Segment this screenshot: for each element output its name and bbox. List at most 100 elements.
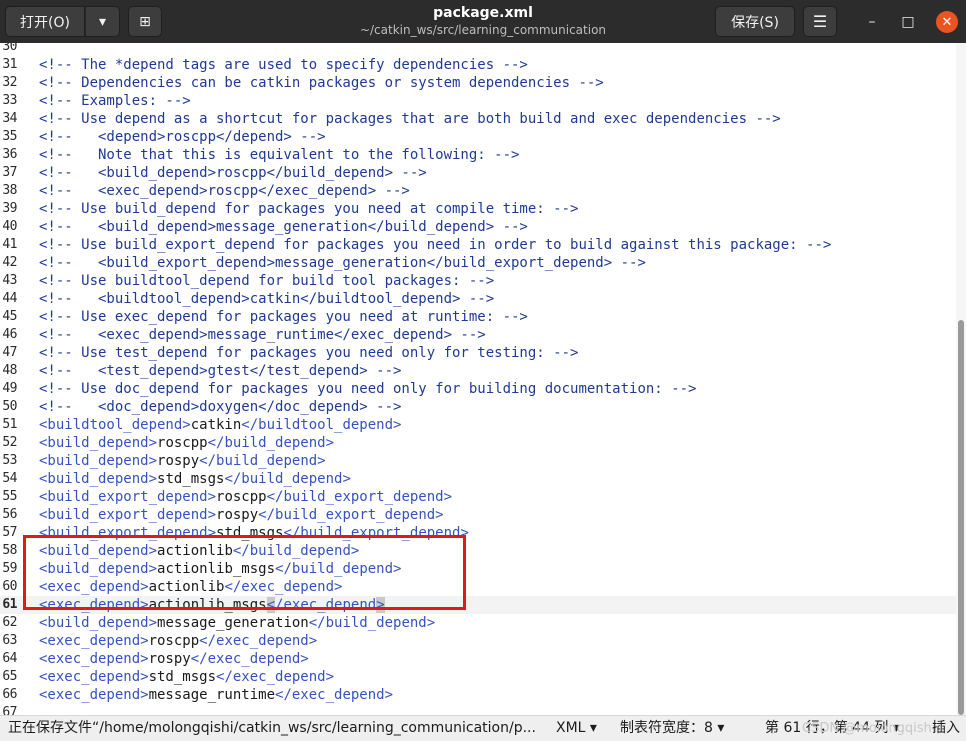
code-line[interactable]: 59 <build_depend>actionlib_msgs</build_de… — [0, 560, 956, 578]
code-line[interactable]: 56 <build_export_depend>rospy</build_expo… — [0, 506, 956, 524]
code-line[interactable]: 67 — [0, 704, 956, 715]
code-line[interactable]: 65 <exec_depend>std_msgs</exec_depend> — [0, 668, 956, 686]
line-number: 48 — [2, 363, 17, 378]
comment-token: <!-- Use build_depend for packages you n… — [39, 201, 579, 217]
text-token: std_msgs — [216, 525, 284, 541]
tag-token: <build_depend> — [39, 471, 158, 487]
tag-token: <build_export_depend> — [39, 489, 217, 505]
code-line[interactable]: 30 — [0, 43, 956, 56]
code-line[interactable]: 64 <exec_depend>rospy</exec_depend> — [0, 650, 956, 668]
tag-token: <build_export_depend> — [39, 507, 217, 523]
vertical-scrollbar[interactable] — [956, 43, 966, 715]
code-line[interactable]: 40 <!-- <build_depend>message_generation<… — [0, 218, 956, 236]
tab-width-selector[interactable]: 制表符宽度：8 ▾ — [620, 719, 724, 738]
tag-token: </build_depend> — [207, 435, 335, 451]
code-text: <exec_depend>message_runtime</exec_depen… — [39, 686, 393, 704]
code-line[interactable]: 48 <!-- <test_depend>gtest</test_depend> … — [0, 362, 956, 380]
code-line[interactable]: 52 <build_depend>roscpp</build_depend> — [0, 434, 956, 452]
comment-token: <!-- Use buildtool_depend for build tool… — [39, 273, 495, 289]
code-line[interactable]: 42 <!-- <build_export_depend>message_gene… — [0, 254, 956, 272]
code-line[interactable]: 43 <!-- Use buildtool_depend for build to… — [0, 272, 956, 290]
code-text: <!-- <build_export_depend>message_genera… — [39, 254, 646, 272]
open-dropdown-button[interactable]: ▾ — [85, 6, 120, 37]
open-button[interactable]: 打开(O) — [5, 6, 85, 37]
code-line[interactable]: 35 <!-- <depend>roscpp</depend> --> — [0, 128, 956, 146]
new-tab-button[interactable]: ⊞ — [128, 6, 162, 37]
tag-token: <build_export_depend> — [39, 525, 217, 541]
minimize-icon: – — [868, 14, 876, 30]
code-line[interactable]: 33 <!-- Examples: --> — [0, 92, 956, 110]
line-number: 46 — [2, 327, 17, 342]
bracket-match-token: < — [266, 597, 276, 613]
code-line[interactable]: 44 <!-- <buildtool_depend>catkin</buildto… — [0, 290, 956, 308]
language-selector[interactable]: XML ▾ — [556, 719, 597, 738]
code-line[interactable]: 60 <exec_depend>actionlib</exec_depend> — [0, 578, 956, 596]
text-token: actionlib_msgs — [148, 597, 267, 613]
code-text: <!-- Dependencies can be catkin packages… — [39, 74, 604, 92]
minimize-button[interactable]: – — [861, 11, 883, 33]
comment-token: <!-- <build_depend>roscpp</build_depend>… — [39, 165, 427, 181]
scrollbar-thumb[interactable] — [958, 320, 964, 715]
line-number: 55 — [2, 489, 17, 504]
code-line[interactable]: 45 <!-- Use exec_depend for packages you … — [0, 308, 956, 326]
line-number: 32 — [2, 75, 17, 90]
code-line[interactable]: 31 <!-- The *depend tags are used to spec… — [0, 56, 956, 74]
code-line[interactable]: 54 <build_depend>std_msgs</build_depend> — [0, 470, 956, 488]
code-line[interactable]: 49 <!-- Use doc_depend for packages you n… — [0, 380, 956, 398]
code-line[interactable]: 62 <build_depend>message_generation</buil… — [0, 614, 956, 632]
menu-button[interactable]: ☰ — [803, 6, 837, 37]
insert-mode-indicator[interactable]: 插入 — [932, 719, 960, 738]
tag-token: /exec_depend — [275, 597, 377, 613]
text-token: rospy — [148, 651, 191, 667]
maximize-button[interactable]: □ — [897, 11, 919, 33]
code-line[interactable]: 46 <!-- <exec_depend>message_runtime</exe… — [0, 326, 956, 344]
text-token: message_runtime — [148, 687, 276, 703]
code-text: <exec_depend>actionlib_msgs</exec_depend… — [39, 596, 385, 614]
bracket-match-token: > — [376, 597, 385, 613]
tag-token: <build_depend> — [39, 543, 158, 559]
code-text: <build_depend>actionlib</build_depend> — [39, 542, 359, 560]
code-line[interactable]: 37 <!-- <build_depend>roscpp</build_depen… — [0, 164, 956, 182]
line-number: 61 — [2, 597, 17, 612]
line-number: 42 — [2, 255, 17, 270]
text-editor[interactable]: 30 31 <!-- The *depend tags are used to sp… — [0, 43, 956, 715]
code-line[interactable]: 51 <buildtool_depend>catkin</buildtool_de… — [0, 416, 956, 434]
hamburger-menu-icon: ☰ — [812, 12, 828, 31]
tag-token: </exec_depend> — [190, 651, 309, 667]
code-line[interactable]: 34 <!-- Use depend as a shortcut for pack… — [0, 110, 956, 128]
code-text: <build_export_depend>rospy</build_export… — [39, 506, 444, 524]
code-line[interactable]: 66 <exec_depend>message_runtime</exec_dep… — [0, 686, 956, 704]
code-text: <exec_depend>actionlib</exec_depend> — [39, 578, 342, 596]
line-number: 66 — [2, 687, 17, 702]
comment-token: <!-- Use doc_depend for packages you nee… — [39, 381, 697, 397]
code-line[interactable]: 63 <exec_depend>roscpp</exec_depend> — [0, 632, 956, 650]
code-line[interactable]: 61 <exec_depend>actionlib_msgs</exec_depe… — [0, 596, 956, 614]
code-text: <!-- <buildtool_depend>catkin</buildtool… — [39, 290, 494, 308]
line-number: 63 — [2, 633, 17, 648]
tag-token: <build_depend> — [39, 561, 158, 577]
code-line[interactable]: 55 <build_export_depend>roscpp</build_exp… — [0, 488, 956, 506]
code-line[interactable]: 47 <!-- Use test_depend for packages you … — [0, 344, 956, 362]
code-line[interactable]: 41 <!-- Use build_export_depend for packa… — [0, 236, 956, 254]
code-line[interactable]: 53 <build_depend>rospy</build_depend> — [0, 452, 956, 470]
code-line[interactable]: 57 <build_export_depend>std_msgs</build_e… — [0, 524, 956, 542]
line-number: 54 — [2, 471, 17, 486]
comment-token: <!-- Use test_depend for packages you ne… — [39, 345, 579, 361]
code-line[interactable]: 38 <!-- <exec_depend>roscpp</exec_depend>… — [0, 182, 956, 200]
line-number: 50 — [2, 399, 17, 414]
code-line[interactable]: 36 <!-- Note that this is equivalent to t… — [0, 146, 956, 164]
header-bar: 打开(O) ▾ ⊞ package.xml ~/catkin_ws/src/le… — [0, 0, 966, 43]
code-text: <exec_depend>std_msgs</exec_depend> — [39, 668, 334, 686]
comment-token: <!-- <buildtool_depend>catkin</buildtool… — [39, 291, 495, 307]
comment-token: <!-- Use exec_depend for packages you ne… — [39, 309, 528, 325]
save-button[interactable]: 保存(S) — [715, 6, 795, 37]
code-line[interactable]: 32 <!-- Dependencies can be catkin packag… — [0, 74, 956, 92]
code-line[interactable]: 50 <!-- <doc_depend>doxygen</doc_depend> … — [0, 398, 956, 416]
close-button[interactable]: ✕ — [936, 11, 958, 33]
status-message: 正在保存文件“/home/molongqishi/catkin_ws/src/l… — [8, 720, 536, 736]
line-number: 56 — [2, 507, 17, 522]
code-line[interactable]: 58 <build_depend>actionlib</build_depend> — [0, 542, 956, 560]
tag-token: </build_depend> — [232, 543, 360, 559]
code-line[interactable]: 39 <!-- Use build_depend for packages you… — [0, 200, 956, 218]
code-text: <exec_depend>rospy</exec_depend> — [39, 650, 309, 668]
